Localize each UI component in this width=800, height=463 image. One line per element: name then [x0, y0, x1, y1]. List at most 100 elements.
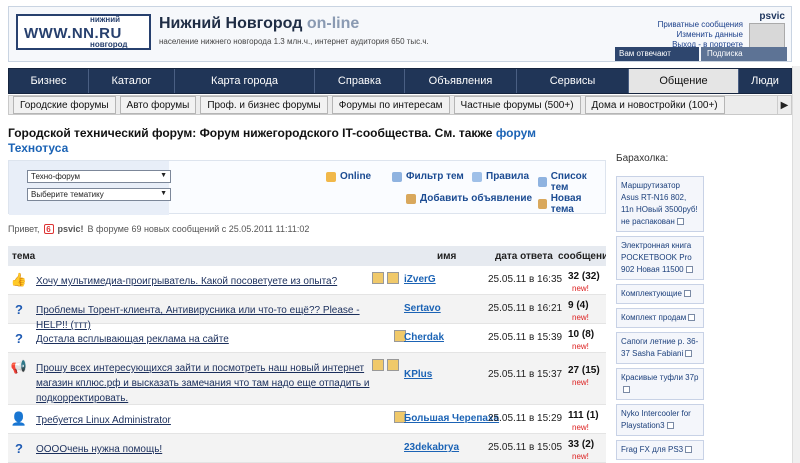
forum-select-value: Техно-форум: [31, 172, 81, 181]
market-item-label: Nyko Intercooler for Playstation3: [621, 409, 691, 430]
market-item[interactable]: Nyko Intercooler for Playstation3: [616, 404, 704, 436]
forum-link-1[interactable]: форум: [496, 126, 536, 140]
question-icon: ?: [15, 330, 23, 346]
table-row: ? ООООчень нужна помощь! 23dekabrya 25.0…: [8, 434, 606, 463]
replies-label[interactable]: Вам отвечают: [615, 47, 699, 61]
table-row: 📢 Прошу всех интересующихся зайти и посм…: [8, 353, 606, 405]
topic-link[interactable]: Требуется Linux Administrator: [36, 413, 370, 428]
tab-communication[interactable]: Общение: [629, 69, 739, 93]
filter-topics-link[interactable]: Фильтр тем: [392, 171, 464, 182]
chevron-down-icon: ▼: [160, 172, 167, 179]
author-link[interactable]: KPlus: [404, 369, 432, 380]
username[interactable]: psvic: [759, 11, 785, 22]
header-name: имя: [437, 250, 457, 262]
header-topic: тема: [12, 250, 36, 262]
market-item-label: Маршрутизатор Asus RT-N16 802, 11n НОвый…: [621, 181, 698, 226]
online-link[interactable]: Online: [326, 171, 371, 182]
plus-icon[interactable]: [685, 266, 693, 274]
market-item[interactable]: Электронная книга POCKETBOOK Pro 902 Нов…: [616, 236, 704, 280]
author-link[interactable]: Sertavo: [404, 303, 441, 314]
subnav-prof-business[interactable]: Проф. и бизнес форумы: [200, 96, 328, 114]
subscription-label[interactable]: Подписка: [701, 47, 787, 61]
plus-icon[interactable]: [676, 218, 684, 226]
market-item[interactable]: Красивые туфли 37р: [616, 368, 704, 400]
tab-reference[interactable]: Справка: [315, 69, 405, 93]
market-item[interactable]: Frag FX для PS3: [616, 440, 704, 460]
tab-city-map[interactable]: Карта города: [175, 69, 315, 93]
author-link[interactable]: 23dekabrya: [404, 442, 459, 453]
topic-link[interactable]: Хочу мультимедиа-проигрыватель. Какой по…: [36, 274, 370, 289]
tab-services[interactable]: Сервисы: [517, 69, 629, 93]
plus-icon[interactable]: [666, 422, 674, 430]
reply-date: 25.05.11 в 16:21: [488, 303, 563, 314]
rules-label: Правила: [486, 171, 530, 182]
subnav-interest-forums[interactable]: Форумы по интересам: [331, 96, 450, 114]
greeting-user[interactable]: psvic!: [58, 224, 84, 234]
message-count: 10 (8): [568, 329, 595, 340]
tab-ads[interactable]: Объявления: [405, 69, 517, 93]
topic-link[interactable]: ООООчень нужна помощь!: [36, 442, 370, 457]
site-logo[interactable]: нижний WWW.NN.RU новгород: [16, 14, 151, 50]
topic-link[interactable]: Достала всплывающая реклама на сайте: [36, 332, 370, 347]
subnav-auto-forums[interactable]: Авто форумы: [119, 96, 197, 114]
edit-profile-link[interactable]: Изменить данные: [658, 30, 743, 40]
topic-list-link[interactable]: Список тем: [538, 171, 600, 193]
forum-link-2[interactable]: Технотуса: [8, 141, 68, 155]
scroll-right-icon[interactable]: ▶: [777, 96, 791, 114]
table-row: ? Достала всплывающая реклама на сайте C…: [8, 324, 606, 353]
author-link[interactable]: Большая Черепаха: [404, 413, 499, 424]
market-item[interactable]: Маршрутизатор Asus RT-N16 802, 11n НОвый…: [616, 176, 704, 232]
tab-business[interactable]: Бизнес: [9, 69, 89, 93]
plus-icon[interactable]: [623, 386, 630, 394]
subnav-city-forums[interactable]: Городские форумы: [13, 96, 116, 114]
message-count: 9 (4): [568, 300, 589, 311]
list-icon: [538, 177, 547, 187]
reply-date: 25.05.11 в 15:39: [488, 332, 563, 343]
new-topic-link[interactable]: Новая тема: [538, 193, 600, 215]
subnav-houses[interactable]: Дома и новостройки (100+): [584, 96, 725, 114]
private-messages-link[interactable]: Приватные сообщения: [658, 20, 743, 30]
filter-left: Техно-форум ▼ Выберите тематику ▼: [9, 161, 171, 215]
table-row: 👤 Требуется Linux Administrator Большая …: [8, 405, 606, 434]
market-item[interactable]: Сапоги летние р. 36-37 Sasha Fabiani: [616, 332, 704, 364]
new-badge: new!: [572, 378, 589, 387]
user-badge-icon: [387, 272, 399, 284]
tab-catalog[interactable]: Каталог: [89, 69, 175, 93]
plus-icon[interactable]: [683, 290, 691, 298]
page-scrollbar[interactable]: [792, 66, 800, 463]
message-count: 32 (32): [568, 271, 600, 282]
plus-icon[interactable]: [685, 446, 693, 454]
new-badge: new!: [572, 284, 589, 293]
row-tags: [372, 272, 399, 284]
topic-link[interactable]: Прошу всех интересующихся зайти и посмот…: [36, 361, 370, 406]
status-badge: 6: [43, 224, 54, 234]
new-badge: new!: [572, 452, 589, 461]
message-count: 33 (2): [568, 439, 595, 450]
forum-select[interactable]: Техно-форум ▼: [27, 170, 171, 183]
forum-title: Городской технический форум: Форум нижег…: [8, 126, 568, 156]
main-navigation: Бизнес Каталог Карта города Справка Объя…: [8, 68, 792, 94]
market-title: Барахолка:: [616, 153, 669, 164]
message-count: 111 (1): [568, 410, 599, 421]
author-link[interactable]: iZverG: [404, 274, 436, 285]
sub-navigation: Городские форумы Авто форумы Проф. и биз…: [8, 95, 792, 115]
topic-select[interactable]: Выберите тематику ▼: [27, 188, 171, 201]
reply-date: 25.05.11 в 16:35: [488, 274, 563, 285]
user-badge-icon: [387, 359, 399, 371]
market-item-label: Frag FX для PS3: [621, 445, 684, 454]
thumbs-up-icon: 👍: [10, 272, 28, 287]
subnav-private-forums[interactable]: Частные форумы (500+): [453, 96, 581, 114]
author-link[interactable]: Cherdak: [404, 332, 444, 343]
market-item[interactable]: Комплектующие: [616, 284, 704, 304]
header-msgs: сообщений: [558, 250, 606, 262]
tab-people[interactable]: Люди: [739, 69, 791, 93]
market-item-label: Красивые туфли 37р: [621, 373, 699, 382]
plus-icon[interactable]: [688, 314, 696, 322]
rules-link[interactable]: Правила: [472, 171, 529, 182]
user-links: Приватные сообщения Изменить данные Выхо…: [658, 20, 743, 50]
reply-date: 25.05.11 в 15:37: [488, 369, 563, 380]
add-ad-link[interactable]: Добавить объявление: [406, 193, 532, 204]
plus-icon[interactable]: [685, 350, 693, 358]
filter-topics-label: Фильтр тем: [406, 171, 464, 182]
market-item[interactable]: Комплект продам: [616, 308, 704, 328]
